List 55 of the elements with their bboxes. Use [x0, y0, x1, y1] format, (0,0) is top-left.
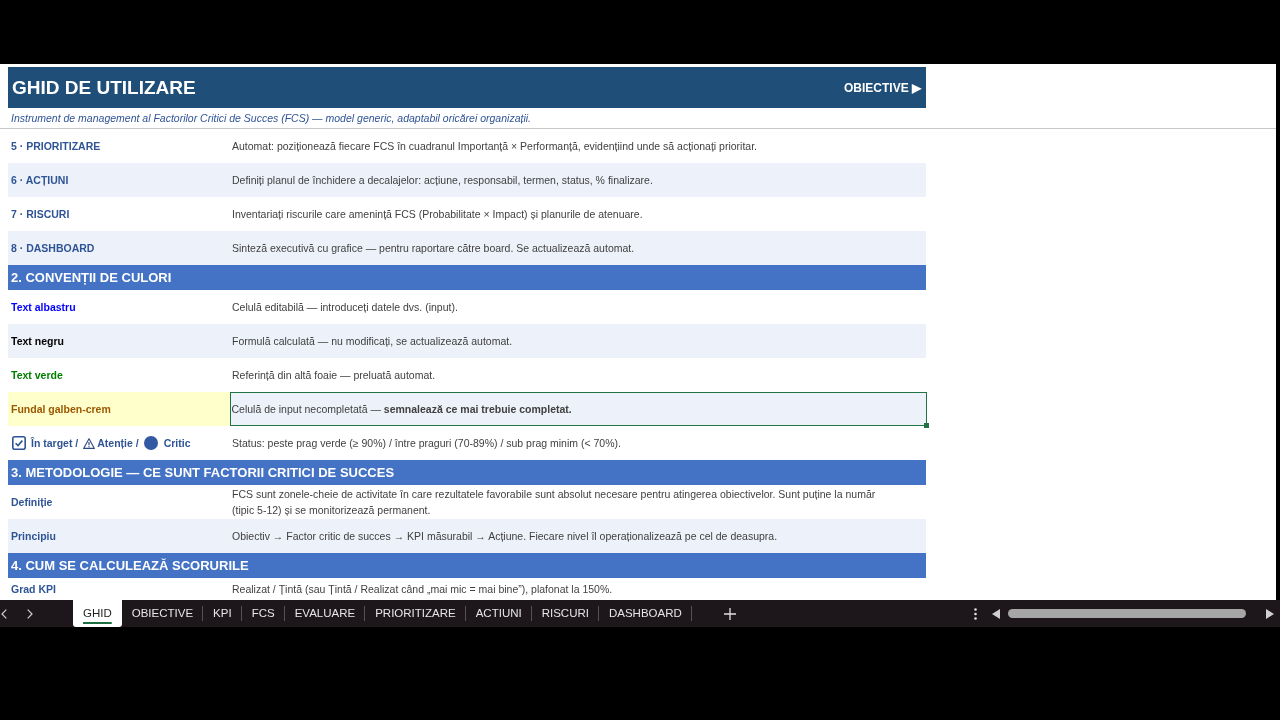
row-description: Automat: poziționează fiecare FCS în cuadranul Importanță × Performanță, evidențiind unde să acționați prioritar. — [232, 139, 757, 154]
sheet-tab[interactable]: OBIECTIVE — [121, 600, 204, 627]
warning-icon — [83, 437, 96, 449]
more-options-icon[interactable] — [974, 607, 977, 620]
row-description: Celulă de input necompletată — semnalează ce mai trebuie completat. — [231, 402, 572, 417]
section-header: 3. METODOLOGIE — CE SUNT FACTORII CRITICI DE SUCCES — [8, 460, 926, 485]
row-label: Definiție — [11, 495, 53, 510]
sheet-tab[interactable]: EVALUARE — [284, 600, 366, 627]
sheet-tab[interactable]: DASHBOARD — [598, 600, 692, 627]
status-label: Atenție / — [97, 436, 139, 451]
row-description: Sinteză executivă cu grafice — pentru raportare către board. Se actualizează automat. — [232, 241, 635, 256]
row-label: 8 · DASHBOARD — [11, 241, 95, 256]
section-header: 4. CUM SE CALCULEAZĂ SCORURILE — [8, 553, 926, 578]
chevron-left-icon — [1, 608, 7, 619]
page-title: GHID DE UTILIZARE — [12, 76, 196, 99]
row-description: Inventariați riscurile care amenință FCS (Probabilitate × Impact) și planurile de atenuare. — [232, 207, 643, 222]
checkbox-checked-icon — [12, 436, 26, 450]
row-label: 5 · PRIORITIZARE — [11, 139, 101, 154]
sheet-tab[interactable]: RISCURI — [531, 600, 599, 627]
scroll-right-icon[interactable] — [1266, 608, 1274, 619]
row-label: Text verde — [11, 368, 63, 383]
scroll-left-icon[interactable] — [992, 608, 1000, 619]
row-label: 6 · ACȚIUNI — [11, 173, 69, 188]
row-label: Grad KPI — [11, 582, 56, 597]
plus-icon — [723, 607, 736, 620]
sheet-tab[interactable]: GHID — [73, 600, 122, 627]
subtitle: Instrument de management al Factorilor Critici de Succes (FCS) — model generic, adaptabil oricărei organizații. — [11, 112, 531, 124]
status-label: Critic — [163, 436, 191, 451]
row-description: Obiectiv → Factor critic de succes → KPI măsurabil → Acțiune. Fiecare nivel îl operaționalizează pe cel de deasupra. — [232, 529, 778, 544]
section-header: 2. CONVENȚII DE CULORI — [8, 265, 926, 290]
row-description: Definiți planul de închidere a decalajelor: acțiune, responsabil, termen, status, % finalizare. — [232, 173, 653, 188]
next-sheet-button[interactable] — [27, 608, 33, 619]
sheet-tab[interactable]: ACTIUNI — [465, 600, 532, 627]
row-description: Status: peste prag verde (≥ 90%) / între praguri (70-89%) / sub prag minim (< 70%). — [232, 436, 621, 451]
previous-sheet-button[interactable] — [1, 608, 7, 619]
sheet-tab[interactable]: FCS — [241, 600, 285, 627]
row-description: Celulă editabilă — introduceți datele dvs. (input). — [232, 300, 458, 315]
sheet-tab[interactable]: PRIORITIZARE — [365, 600, 466, 627]
fill-handle-icon[interactable] — [924, 423, 929, 428]
row-description: Realizat / Țintă (sau Țintă / Realizat când „mai mic = mai bine”), plafonat la 150%. — [232, 582, 613, 597]
row-label: Principiu — [11, 529, 56, 544]
row-label: Text albastru — [11, 300, 76, 315]
next-sheet-link[interactable]: OBIECTIVE ▶ — [844, 80, 921, 95]
sheet-tab[interactable]: KPI — [203, 600, 242, 627]
row-description: Formulă calculată — nu modificați, se actualizează automat. — [232, 334, 513, 349]
row-label: Text negru — [11, 334, 64, 349]
row-label: 7 · RISCURI — [11, 207, 70, 222]
status-label: În target / — [31, 436, 79, 451]
scrollbar-thumb[interactable] — [1008, 609, 1246, 618]
row-description: FCS sunt zonele-cheie de activitate în care rezultatele favorabile sunt absolut necesare pentru atingerea obiectivelor. Sunt puține la număr (tipic 5-12) și se monitorizează permanent. — [232, 487, 877, 518]
row-label: Fundal galben-crem — [11, 402, 111, 417]
active-cell[interactable]: Celulă de input necompletată — semnalează ce mai trebuie completat. — [230, 392, 927, 426]
circle-icon — [143, 436, 158, 450]
row-description: Referință din altă foaie — preluată automat. — [232, 368, 436, 383]
chevron-right-icon — [27, 608, 33, 619]
